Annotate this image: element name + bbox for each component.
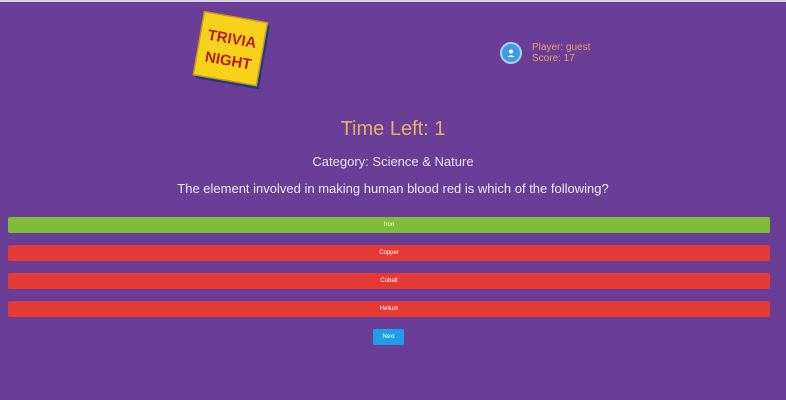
answer-list: Iron Copper Cobalt Helium xyxy=(8,217,770,329)
next-button[interactable]: Next xyxy=(373,329,404,345)
player-info: Player: guest Score: 17 xyxy=(500,42,590,64)
player-score: Score: 17 xyxy=(532,53,575,64)
user-icon xyxy=(507,49,515,57)
answer-button-2[interactable]: Copper xyxy=(8,245,770,261)
trivia-night-logo: TRIVIA NIGHT xyxy=(192,10,270,90)
answer-button-4[interactable]: Helium xyxy=(8,301,770,317)
player-name: Player: guest xyxy=(532,42,591,53)
time-left: Time Left: 1 xyxy=(340,118,446,140)
question-text: The element involved in making human blo… xyxy=(177,181,609,196)
answer-button-1[interactable]: Iron xyxy=(8,217,770,233)
top-divider xyxy=(0,0,786,2)
answer-button-3[interactable]: Cobalt xyxy=(8,273,770,289)
avatar xyxy=(500,42,522,64)
question-category: Category: Science & Nature xyxy=(312,154,474,169)
